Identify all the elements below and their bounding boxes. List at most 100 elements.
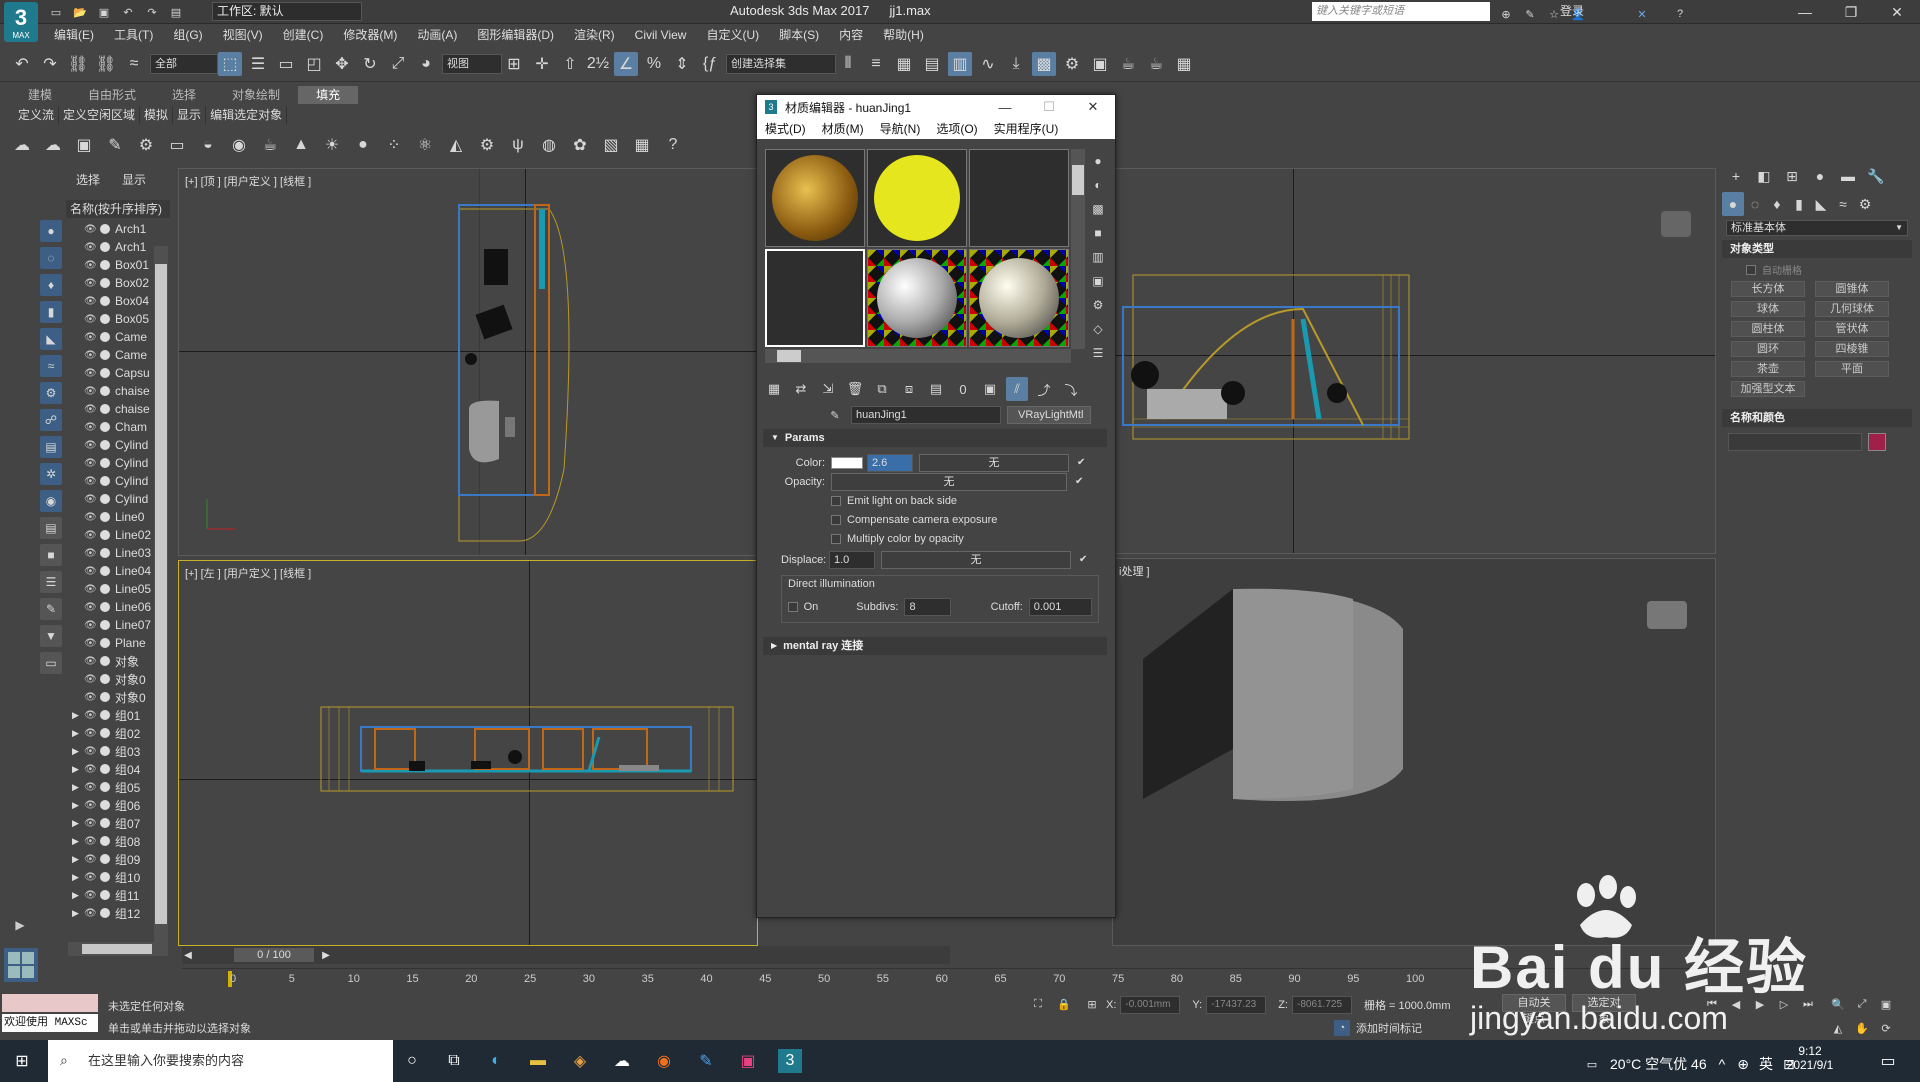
pivot-icon[interactable]: ⊞ (502, 52, 526, 76)
teapot-prim-icon[interactable]: ☕ (258, 133, 282, 157)
sample-slot[interactable] (867, 149, 967, 247)
undo-icon[interactable]: ↶ (10, 52, 34, 76)
go-to-parent-icon[interactable]: ⤴ (1033, 377, 1055, 401)
square-icon[interactable]: ■ (40, 544, 62, 566)
weather-text[interactable]: 20°C 空气优 46 (1610, 1054, 1707, 1074)
material-navigator-icon[interactable]: ☰ (1087, 341, 1109, 365)
render-setup-icon[interactable]: ⚙ (1060, 52, 1084, 76)
cameras-icon[interactable]: ▮ (40, 301, 62, 323)
schematic-view-icon[interactable]: ⤓ (1004, 52, 1028, 76)
render-shortcut-icon[interactable]: ▦ (1172, 52, 1196, 76)
menu-item[interactable]: 修改器(M) (333, 24, 407, 46)
time-tag-icon[interactable]: ◔ (1334, 1020, 1350, 1036)
window-crossing-icon[interactable]: ◰ (302, 52, 326, 76)
help-circle-icon[interactable]: ? (661, 133, 685, 157)
visibility-eye-icon[interactable]: 👁 (84, 638, 97, 649)
material-editor-icon[interactable]: ▩ (1032, 51, 1056, 76)
sample-slot[interactable] (765, 149, 865, 247)
expand-arrow-icon[interactable]: ▶ (72, 746, 82, 757)
sample-type-icon[interactable]: ● (1087, 149, 1109, 173)
shapes-icon[interactable]: ◌ (40, 247, 62, 269)
put-to-scene-icon[interactable]: ⇄ (790, 377, 812, 401)
lights-icon[interactable]: ♦ (40, 274, 62, 296)
mental-ray-rollout-header[interactable]: ▶ mental ray 连接 (763, 637, 1107, 655)
menu-item[interactable]: 自定义(U) (696, 24, 769, 46)
sphere-icon[interactable]: ◒ (196, 133, 220, 157)
save-icon[interactable]: ▣ (92, 0, 116, 24)
emit-back-checkbox[interactable] (831, 495, 841, 506)
rendered-frame-icon[interactable]: ▣ (1088, 52, 1112, 76)
make-copy-icon[interactable]: ⧉ (871, 377, 893, 401)
object-paint-icon[interactable]: ✎ (103, 133, 127, 157)
close-icon[interactable]: ✕ (1874, 0, 1920, 24)
material-id-icon[interactable]: 0 (952, 377, 974, 401)
options-icon[interactable]: ⚙ (1087, 293, 1109, 317)
geometry-icon[interactable]: ● (1722, 192, 1744, 216)
molecule-icon[interactable]: ⚛ (413, 133, 437, 157)
search-input[interactable]: 键入关键字或短语 (1312, 2, 1490, 21)
expand-arrow-icon[interactable]: ▶ (72, 710, 82, 721)
select-manipulate-icon[interactable]: ✛ (530, 52, 554, 76)
visibility-eye-icon[interactable]: 👁 (84, 314, 97, 325)
box-icon[interactable]: ▭ (165, 133, 189, 157)
slots-hscroll[interactable] (765, 349, 1071, 363)
menu-item[interactable]: 编辑(E) (44, 24, 104, 46)
visibility-eye-icon[interactable]: 👁 (84, 242, 97, 253)
time-slider[interactable]: ◀ 0 / 100 ▶ (182, 946, 950, 964)
app-icon[interactable]: ◈ (568, 1049, 592, 1073)
expand-arrow-icon[interactable]: ▶ (72, 872, 82, 883)
object-name-field[interactable] (1728, 433, 1862, 451)
ribbon-subtab[interactable]: 定义空闲区域 (59, 106, 141, 124)
utilities-tab-icon[interactable]: 🔧 (1862, 164, 1890, 188)
visibility-eye-icon[interactable]: 👁 (84, 800, 97, 811)
sample-slot[interactable] (867, 249, 967, 347)
visibility-eye-icon[interactable]: 👁 (84, 332, 97, 343)
object-type-header[interactable]: 对象类型 (1722, 240, 1912, 258)
menu-item[interactable]: 创建(C) (273, 24, 334, 46)
project-icon[interactable]: ▤ (164, 0, 188, 24)
visibility-eye-icon[interactable]: 👁 (84, 566, 97, 577)
new-file-icon[interactable]: ▭ (44, 0, 68, 24)
object-type-button[interactable]: 平面 (1815, 361, 1889, 377)
tetra-icon[interactable]: ◭ (444, 133, 468, 157)
notepad-icon[interactable]: ✎ (694, 1049, 718, 1073)
visibility-eye-icon[interactable]: 👁 (84, 368, 97, 379)
image-icon[interactable]: ▣ (72, 133, 96, 157)
menu-item[interactable]: 图形编辑器(D) (467, 24, 564, 46)
material-name-field[interactable]: huanJing1 (851, 406, 1001, 424)
slots-vscroll[interactable] (1071, 149, 1085, 349)
systems-icon[interactable]: ⚙ (1854, 192, 1876, 216)
link-icon[interactable]: ⛓ (66, 52, 90, 76)
reset-material-icon[interactable]: 🗑 (844, 377, 866, 401)
grass-icon[interactable]: ψ (506, 133, 530, 157)
helpers-icon[interactable]: ◣ (1810, 192, 1832, 216)
doc-icon[interactable]: ▤ (40, 517, 62, 539)
list-icon[interactable]: ☰ (40, 571, 62, 593)
create-tab-icon[interactable]: + (1722, 164, 1750, 188)
autogrid-checkbox[interactable] (1746, 264, 1756, 275)
object-type-button[interactable]: 圆锥体 (1815, 281, 1889, 297)
bind-spacewarp-icon[interactable]: ≈ (122, 52, 146, 76)
visibility-eye-icon[interactable]: 👁 (84, 602, 97, 613)
absolute-mode-icon[interactable]: ⊞ (1080, 992, 1104, 1016)
visibility-eye-icon[interactable]: 👁 (84, 782, 97, 793)
scale-icon[interactable]: ⤢ (386, 52, 410, 76)
visibility-eye-icon[interactable]: 👁 (84, 458, 97, 469)
visibility-icon[interactable]: ◉ (40, 490, 62, 512)
displace-map-button[interactable]: 无 (881, 550, 1071, 569)
app-logo[interactable]: 3 MAX (4, 2, 38, 42)
layer-explorer-icon[interactable]: ▦ (892, 52, 916, 76)
brush-icon[interactable]: ✎ (40, 598, 62, 620)
column-header[interactable]: 名称(按升序排序) (66, 200, 170, 218)
visibility-eye-icon[interactable]: 👁 (84, 818, 97, 829)
material-menu-item[interactable]: 选项(O) (928, 119, 985, 139)
sun-icon[interactable]: ☀ (320, 133, 344, 157)
material-type-button[interactable]: VRayLightMtl (1007, 406, 1091, 424)
visibility-eye-icon[interactable]: 👁 (84, 350, 97, 361)
ribbon-tab[interactable]: 选择 (154, 86, 214, 104)
put-to-library-icon[interactable]: ▤ (925, 377, 947, 401)
reference-coord-dropdown[interactable]: 视图 (442, 53, 502, 74)
sample-slot-selected[interactable] (765, 249, 865, 347)
color-map-button[interactable]: 无 (919, 453, 1069, 472)
menu-item[interactable]: 内容 (829, 24, 873, 46)
